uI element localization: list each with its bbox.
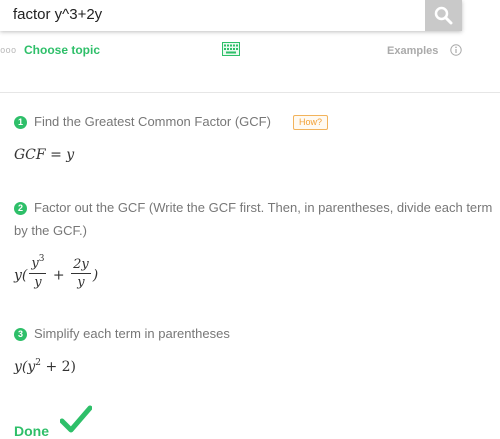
fraction-1-numerator: y xyxy=(31,256,39,271)
divider xyxy=(0,92,500,93)
how-button[interactable]: How? xyxy=(293,115,328,130)
step-3-badge: 3 xyxy=(14,328,27,341)
step-2-math: y(y3 y + 2y y) xyxy=(14,254,99,293)
fraction-2-numerator: 2y xyxy=(71,256,91,274)
search-input[interactable] xyxy=(13,3,413,25)
plus-sign: + xyxy=(52,267,65,284)
step-3-text: Simplify each term in parentheses xyxy=(34,326,230,341)
fraction-1-exponent: 3 xyxy=(38,254,45,264)
fraction-1-denominator: y xyxy=(34,275,42,290)
step-1-badge: 1 xyxy=(14,116,27,129)
factor-close: ) xyxy=(92,267,99,284)
gcf-rhs: y xyxy=(66,147,75,163)
choose-topic-link[interactable]: Choose topic xyxy=(24,43,100,57)
info-icon[interactable] xyxy=(450,44,462,56)
keyboard-icon[interactable] xyxy=(222,42,240,56)
search-icon xyxy=(434,6,453,25)
fraction-2: 2y y xyxy=(71,257,91,291)
simplified-exponent: 2 xyxy=(35,358,42,368)
gcf-equals: = xyxy=(50,147,62,163)
fraction-2-denominator: y xyxy=(77,274,85,290)
more-dots[interactable]: ooo xyxy=(0,46,16,56)
step-1-math: GCF = y xyxy=(14,147,74,163)
search-bar xyxy=(0,0,462,31)
step-2-text: Factor out the GCF (Write the GCF first.… xyxy=(14,200,493,238)
step-1-text: Find the Greatest Common Factor (GCF) xyxy=(34,114,271,129)
fraction-1: y3 y xyxy=(29,254,47,291)
simplified-rest: + 2) xyxy=(41,359,77,375)
examples-link[interactable]: Examples xyxy=(387,45,438,57)
checkmark-icon xyxy=(60,405,92,433)
step-3-math: y(y2 + 2) xyxy=(14,358,77,375)
factor-lead: y( xyxy=(14,267,28,284)
gcf-lhs: GCF xyxy=(14,147,46,163)
search-button[interactable] xyxy=(425,0,462,31)
simplified-base: y(y xyxy=(14,359,36,375)
